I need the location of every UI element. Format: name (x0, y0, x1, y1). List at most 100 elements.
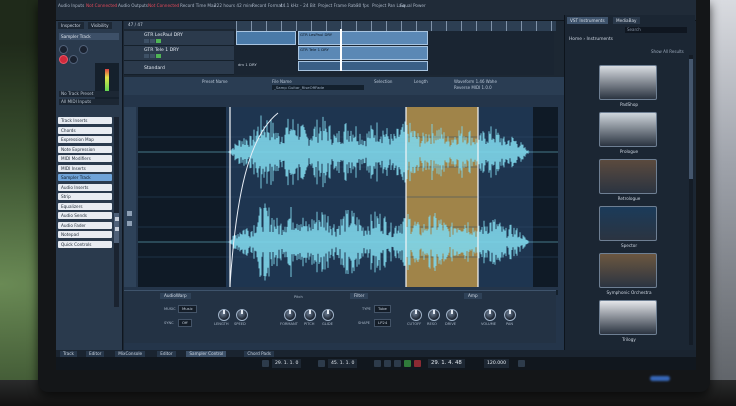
instrument-search-input[interactable]: Search (625, 27, 687, 33)
zoom-out-icon[interactable] (127, 221, 132, 226)
inspector-section-audio-fader[interactable]: Audio Fader (58, 221, 112, 229)
instrument-tile[interactable]: Retrologue (599, 159, 659, 201)
pin-icon[interactable] (115, 217, 119, 221)
sync-select[interactable]: Off (178, 319, 192, 327)
inspector-track-name[interactable]: Sampler Track (59, 33, 119, 40)
instrument-tile[interactable]: PadShop (599, 65, 659, 107)
glide-knob[interactable] (322, 309, 334, 321)
audiowarp-header[interactable]: AudioWarp (160, 293, 191, 299)
play-icon[interactable] (404, 360, 411, 367)
timeline-ruler[interactable] (236, 21, 556, 31)
click-icon[interactable] (518, 360, 525, 367)
inspector-section-midi-inserts[interactable]: MIDI Inserts (58, 164, 112, 172)
stop-icon[interactable] (394, 360, 401, 367)
filter-header[interactable]: Filter (350, 293, 369, 299)
inspector-section-audio-sends[interactable]: Audio Sends (58, 212, 112, 219)
inspector-section-chords[interactable]: Chords (58, 126, 112, 134)
formant-knob[interactable] (284, 309, 296, 321)
filter-type-select[interactable]: Tube (374, 305, 391, 313)
tab-vst-instruments[interactable]: VST Instruments (567, 17, 608, 24)
project-tracks: GTR LesPaul DRY GTR Tele 1 DRY Standard … (124, 31, 554, 75)
punch-icon[interactable] (318, 360, 325, 367)
inspector-scrollbar[interactable] (114, 117, 119, 307)
file-name-field[interactable]: _Samp Guitar_RiseOffFade (272, 85, 364, 90)
inspector-section-strip[interactable]: Strip (58, 193, 112, 200)
tab-visibility[interactable]: Visibility (88, 22, 112, 29)
tempo-display[interactable]: 120.000 (484, 359, 509, 368)
volume-knob[interactable] (484, 309, 496, 321)
record-icon[interactable] (414, 360, 421, 367)
track-lane[interactable]: GTR LesPaul DRY (236, 31, 554, 45)
record-enable-icon[interactable] (59, 55, 68, 64)
tab-mediabay[interactable]: MediaBay (613, 17, 640, 24)
monitor-icon[interactable] (156, 39, 161, 43)
cutoff-knob[interactable] (410, 309, 422, 321)
audio-clip[interactable] (236, 31, 296, 45)
track-row[interactable]: GTR LesPaul DRY (124, 31, 234, 46)
forward-icon[interactable] (384, 360, 391, 367)
track-lane[interactable]: GTR Tele 1 DRY (236, 46, 554, 60)
audio-clip[interactable]: GTR LesPaul DRY (298, 31, 428, 45)
mute-icon[interactable] (59, 45, 68, 54)
show-all-link[interactable]: Show All Results (651, 49, 684, 54)
inspector-section-expression-map[interactable]: Expression Map (58, 136, 112, 143)
instrument-tile[interactable]: Symphonic Orchestra (599, 253, 659, 295)
right-locator[interactable]: 45. 1. 1. 0 (328, 359, 358, 368)
mute-icon[interactable] (144, 39, 149, 43)
instrument-scrollbar[interactable] (689, 55, 693, 345)
instrument-scroll-thumb[interactable] (689, 59, 693, 179)
warp-mode-select[interactable]: Music (178, 305, 197, 313)
inspector-section-audio-inserts[interactable]: Audio Inserts (58, 183, 112, 191)
playhead-cursor[interactable] (340, 29, 342, 71)
solo-icon[interactable] (150, 39, 155, 43)
monitor-icon[interactable] (156, 54, 161, 58)
instrument-tile[interactable]: Prologue (599, 112, 659, 154)
inspector-section-quick-controls[interactable]: Quick Controls (58, 240, 112, 248)
length-knob[interactable] (218, 309, 230, 321)
instrument-thumbnail[interactable] (599, 159, 657, 194)
inspector-section-note-expression[interactable]: Note Expression (58, 145, 112, 153)
instrument-thumbnail[interactable] (599, 65, 657, 100)
instrument-tile[interactable]: Spector (599, 206, 659, 248)
inspector-section-equalizers[interactable]: Equalizers (58, 202, 112, 210)
audio-clip[interactable] (298, 61, 428, 71)
audio-clip[interactable]: GTR Tele 1 DRY (298, 46, 428, 60)
inspector-section-notepad[interactable]: Notepad (58, 231, 112, 238)
tab-inspector[interactable]: Inspector (58, 22, 84, 29)
instrument-thumbnail[interactable] (599, 253, 657, 288)
inspector-section-midi-modifiers[interactable]: MIDI Modifiers (58, 155, 112, 162)
speed-knob[interactable] (236, 309, 248, 321)
solo-icon[interactable] (150, 54, 155, 58)
edit-icon[interactable] (79, 45, 88, 54)
instrument-thumbnail[interactable] (599, 206, 657, 241)
instrument-thumbnail[interactable] (599, 300, 657, 335)
expand-icon[interactable] (115, 227, 119, 231)
right-zone-tabs: VST Instruments MediaBay (567, 17, 693, 24)
pitch-knob[interactable] (304, 309, 316, 321)
status-pan-law-value: Equal Power (400, 3, 426, 8)
monitor-icon[interactable] (69, 55, 78, 64)
position-display[interactable]: 29. 1. 4. 48 (428, 359, 465, 368)
instrument-thumbnail[interactable] (599, 112, 657, 147)
instrument-tile[interactable]: Trilogy (599, 300, 659, 342)
track-preset-field[interactable]: No Track Preset (59, 91, 119, 97)
amp-header[interactable]: Amp (464, 293, 482, 299)
rewind-icon[interactable] (374, 360, 381, 367)
waveform-display[interactable] (138, 107, 558, 287)
track-lane[interactable]: drv 1 DRY (236, 61, 554, 75)
breadcrumb[interactable]: Home › Instruments (569, 37, 613, 42)
track-row[interactable]: Standard (124, 61, 234, 75)
midi-input-field[interactable]: All MIDI Inputs (59, 99, 119, 105)
reso-knob[interactable] (428, 309, 440, 321)
inspector-section-track-inserts[interactable]: Track Inserts (58, 117, 112, 124)
mute-icon[interactable] (144, 54, 149, 58)
track-row[interactable]: GTR Tele 1 DRY (124, 46, 234, 61)
pan-knob[interactable] (504, 309, 516, 321)
left-locator[interactable]: 29. 1. 1. 0 (272, 359, 302, 368)
inspector-section-sampler-track[interactable]: Sampler Track (58, 174, 112, 181)
drive-knob[interactable] (446, 309, 458, 321)
waveform-canvas[interactable] (138, 107, 558, 287)
filter-shape-select[interactable]: LP24 (374, 319, 392, 327)
zoom-in-icon[interactable] (127, 211, 132, 216)
cycle-icon[interactable] (262, 360, 269, 367)
